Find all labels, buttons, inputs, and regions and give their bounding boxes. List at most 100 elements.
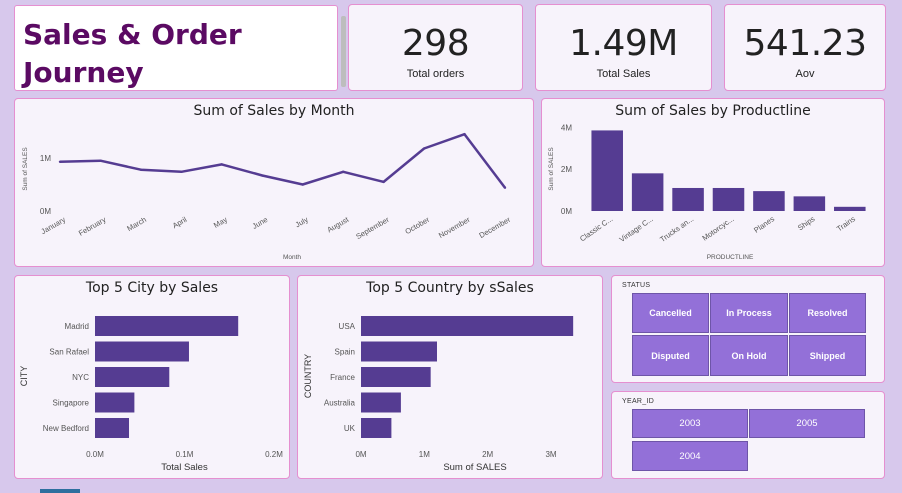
y-axis-label: CITY [19, 366, 29, 387]
kpi-card-aov: 541.23 Aov [724, 4, 886, 91]
y-tick-label: 4M [561, 123, 572, 132]
x-axis-label: PRODUCTLINE [707, 254, 754, 261]
bar [361, 341, 437, 362]
slicer-header: STATUS [622, 282, 651, 289]
chart-title: Sum of Sales by Month [193, 103, 355, 119]
x-axis-label: Sum of SALES [443, 462, 506, 473]
status-tile-cancelled[interactable]: Cancelled [632, 293, 709, 333]
x-tick-label: September [354, 215, 391, 241]
kpi-card-total-sales: 1.49M Total Sales [535, 4, 712, 91]
y-tick-label: Singapore [53, 399, 90, 408]
x-tick-label: July [294, 215, 310, 230]
status-tile-in-process[interactable]: In Process [710, 293, 788, 333]
bar [361, 367, 431, 387]
year-tile-2003[interactable]: 2003 [632, 409, 748, 438]
data-point [341, 170, 345, 174]
data-point [301, 183, 304, 186]
y-tick-label: Madrid [65, 322, 89, 331]
title-scrollbar[interactable] [341, 16, 346, 87]
data-point [220, 163, 224, 166]
data-point [422, 147, 426, 150]
status-slicer: STATUS Cancelled In Process Resolved Dis… [611, 275, 885, 383]
y-axis-label: COUNTRY [303, 354, 313, 398]
data-point [382, 180, 385, 184]
bar [95, 392, 135, 413]
top-country-card: Top 5 Country by sSales USA Spain France Au… [297, 275, 603, 479]
x-tick-label: February [77, 215, 108, 238]
kpi-value: 541.23 [743, 23, 867, 64]
year-slicer: YEAR_ID 2003 2005 2004 [611, 391, 885, 479]
year-tile-2004[interactable]: 2004 [632, 441, 748, 471]
x-tick-label: January [39, 215, 67, 236]
kpi-label: Total Sales [596, 68, 651, 80]
page-tab-indicator[interactable] [40, 489, 80, 493]
sales-by-month-card: Sum of Sales by Month 0M 1M Sum of SALES Ja… [14, 98, 534, 267]
x-tick-label: April [171, 215, 189, 230]
x-tick-label: August [325, 214, 351, 234]
x-tick-label: March [125, 215, 148, 233]
bar [361, 418, 392, 438]
bar [95, 418, 130, 438]
top-city-card: Top 5 City by Sales Madrid San Rafael NYC S… [14, 275, 290, 479]
x-tick-label: 1M [419, 450, 430, 459]
kpi-value: 1.49M [569, 23, 678, 64]
x-tick-label: 0M [355, 450, 366, 459]
data-point [99, 159, 102, 162]
x-tick-label: Trucks an... [658, 214, 695, 244]
y-tick-label: San Rafael [49, 348, 89, 357]
y-tick-label: 2M [561, 165, 572, 174]
chart-title: Sum of Sales by Productline [615, 103, 811, 119]
y-tick-label: NYC [72, 373, 89, 382]
y-axis-label: Sum of SALES [22, 147, 29, 191]
slicer-header: YEAR_ID [622, 398, 655, 405]
y-tick-label: 1M [40, 154, 51, 163]
kpi-label: Aov [795, 68, 815, 80]
chart-title: Top 5 Country by sSales [366, 280, 534, 296]
x-tick-label: Trains [835, 214, 857, 233]
year-tile-2005[interactable]: 2005 [749, 409, 865, 438]
status-tile-resolved[interactable]: Resolved [789, 293, 866, 333]
data-point [58, 160, 62, 163]
kpi-value: 298 [401, 23, 470, 64]
kpi-card-total-orders: 298 Total orders [348, 4, 523, 91]
x-tick-label: November [437, 215, 472, 240]
y-tick-label: New Bedford [43, 424, 89, 433]
data-point [261, 174, 264, 177]
status-tile-shipped[interactable]: Shipped [789, 335, 866, 376]
y-tick-label: 0M [40, 207, 51, 216]
y-tick-label: 0M [561, 207, 572, 216]
x-tick-label: 0.0M [86, 450, 104, 459]
data-point [180, 170, 183, 174]
top-country-chart: USA Spain France Australia UK 0M 1M 2M 3M Sum of … [303, 316, 574, 473]
x-tick-label: 0.2M [265, 450, 283, 459]
y-tick-label: Australia [324, 399, 356, 408]
bar [95, 341, 189, 362]
y-tick-label: USA [339, 322, 356, 331]
bar [631, 173, 664, 211]
bar [672, 187, 704, 211]
y-tick-label: UK [344, 424, 356, 433]
y-axis-label: Sum of SALES [548, 147, 555, 191]
status-tile-disputed[interactable]: Disputed [632, 335, 709, 376]
top-city-chart: Madrid San Rafael NYC Singapore New Bedford 0… [19, 316, 283, 473]
sales-by-month-chart: 0M 1M Sum of SALES January February March Apri… [22, 132, 512, 261]
data-point [463, 133, 466, 136]
x-tick-label: October [403, 215, 431, 236]
bar [591, 130, 623, 211]
sales-line [59, 132, 506, 189]
bar [361, 392, 401, 413]
x-axis-label: Total Sales [161, 462, 208, 473]
x-tick-label: Ships [796, 214, 817, 232]
bar [361, 316, 574, 336]
x-tick-label: 0.1M [176, 450, 194, 459]
bar [793, 196, 826, 211]
chart-title: Top 5 City by Sales [85, 280, 219, 296]
x-tick-label: Motorcyc... [700, 214, 735, 242]
x-tick-label: May [212, 215, 229, 230]
x-axis-label: Month [283, 254, 301, 261]
status-tile-on-hold[interactable]: On Hold [710, 335, 788, 376]
x-tick-label: 2M [482, 450, 493, 459]
x-tick-label: Classic C... [578, 214, 614, 243]
title-card: Sales & Order Journey Dashboard [14, 5, 346, 127]
y-tick-label: Spain [335, 348, 355, 357]
